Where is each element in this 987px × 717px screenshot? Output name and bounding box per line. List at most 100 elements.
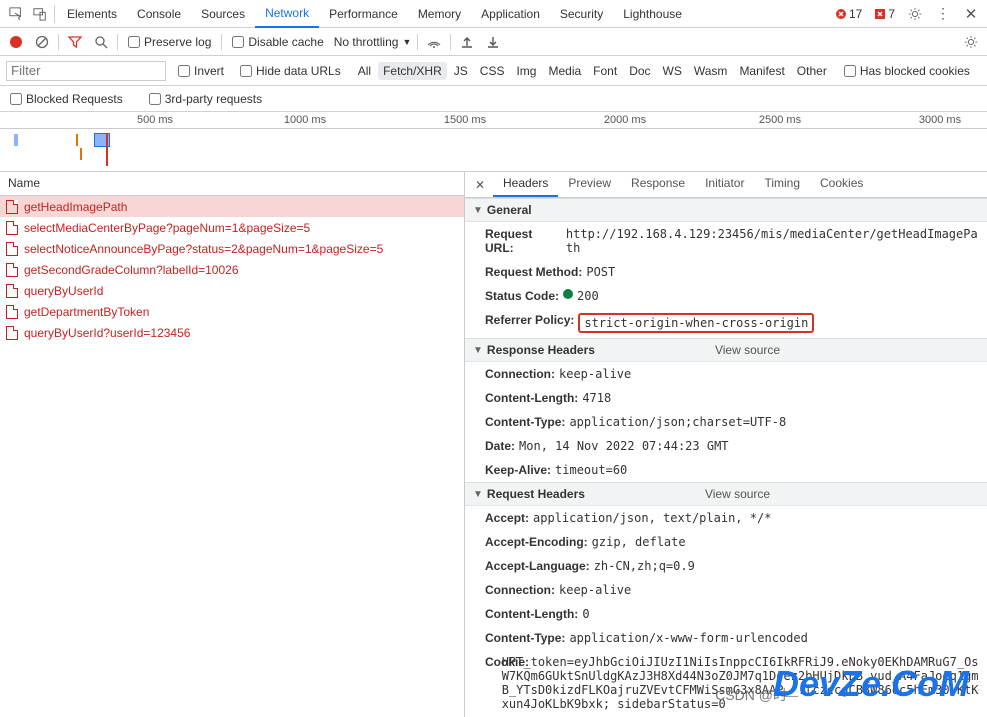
devtools-tab-performance[interactable]: Performance (319, 0, 408, 28)
preserve-log-checkbox[interactable]: Preserve log (128, 35, 211, 49)
type-filter-media[interactable]: Media (543, 62, 586, 80)
request-row[interactable]: getDepartmentByToken (0, 301, 464, 322)
request-row[interactable]: getSecondGradeColumn?labelId=10026 (0, 259, 464, 280)
close-icon[interactable]: ✕ (959, 2, 983, 26)
inspect-icon[interactable] (4, 2, 28, 26)
header-entry: Content-Type:application/json;charset=UT… (465, 410, 987, 434)
search-icon[interactable] (91, 35, 111, 49)
thirdparty-checkbox[interactable]: 3rd-party requests (149, 92, 262, 106)
filter-icon[interactable] (65, 35, 85, 49)
device-toggle-icon[interactable] (28, 2, 52, 26)
type-filter-ws[interactable]: WS (658, 62, 687, 80)
type-filter-css[interactable]: CSS (475, 62, 510, 80)
devtools-tab-application[interactable]: Application (471, 0, 550, 28)
timeline-tick: 2000 ms (604, 114, 646, 126)
download-icon[interactable] (483, 35, 503, 49)
settings-gear-icon[interactable] (961, 35, 981, 49)
header-entry: Date:Mon, 14 Nov 2022 07:44:23 GMT (465, 434, 987, 458)
clear-icon[interactable] (32, 35, 52, 49)
header-key: Accept: (485, 511, 529, 525)
error-count[interactable]: 17 (835, 7, 862, 21)
blocked-requests-checkbox[interactable]: Blocked Requests (10, 92, 123, 106)
type-filter-wasm[interactable]: Wasm (689, 62, 733, 80)
request-name: selectNoticeAnnounceByPage?status=2&page… (24, 242, 383, 256)
type-filter-manifest[interactable]: Manifest (734, 62, 789, 80)
hide-dataurls-checkbox[interactable]: Hide data URLs (240, 64, 341, 78)
header-value: 4718 (582, 391, 611, 405)
header-value: application/x-www-form-urlencoded (569, 631, 807, 645)
section-header[interactable]: ▼Response HeadersView source (465, 338, 987, 362)
network-toolbar: Preserve log Disable cache No throttling… (0, 28, 987, 56)
header-entry: Request URL:http://192.168.4.129:23456/m… (465, 222, 987, 260)
header-entry: Request Method:POST (465, 260, 987, 284)
timeline-tick: 1000 ms (284, 114, 326, 126)
request-name: selectMediaCenterByPage?pageNum=1&pageSi… (24, 221, 310, 235)
details-tab-preview[interactable]: Preview (558, 172, 621, 197)
devtools-tab-elements[interactable]: Elements (57, 0, 127, 28)
file-icon (6, 242, 18, 256)
filter-bar: Invert Hide data URLs AllFetch/XHRJSCSSI… (0, 56, 987, 86)
details-tab-headers[interactable]: Headers (493, 172, 558, 197)
request-name: getDepartmentByToken (24, 305, 149, 319)
devtools-tab-network[interactable]: Network (255, 0, 319, 28)
type-filter-other[interactable]: Other (792, 62, 832, 80)
status-dot-icon (563, 289, 573, 299)
header-entry: Cookie:HPT_token=eyJhbGciOiJIUzI1NiIsInp… (465, 650, 987, 716)
devtools-tab-memory[interactable]: Memory (408, 0, 471, 28)
timeline-tick: 1500 ms (444, 114, 486, 126)
type-filter-img[interactable]: Img (511, 62, 541, 80)
issues-count[interactable]: 7 (874, 7, 895, 21)
type-filter-font[interactable]: Font (588, 62, 622, 80)
disable-cache-checkbox[interactable]: Disable cache (232, 35, 323, 49)
header-entry: Connection:keep-alive (465, 362, 987, 386)
file-icon (6, 305, 18, 319)
upload-icon[interactable] (457, 35, 477, 49)
file-icon (6, 221, 18, 235)
header-entry: Status Code:200 (465, 284, 987, 308)
section-header[interactable]: ▼General (465, 198, 987, 222)
settings-icon[interactable] (903, 2, 927, 26)
type-filter-all[interactable]: All (353, 62, 376, 80)
details-tab-cookies[interactable]: Cookies (810, 172, 873, 197)
type-filter-fetchxhr[interactable]: Fetch/XHR (378, 62, 447, 80)
throttling-select[interactable]: No throttling▼ (334, 35, 412, 49)
header-key: Cookie: (485, 655, 498, 711)
name-column-header[interactable]: Name (0, 172, 464, 196)
invert-checkbox[interactable]: Invert (178, 64, 224, 78)
request-name: queryByUserId?userId=123456 (24, 326, 190, 340)
header-key: Keep-Alive: (485, 463, 551, 477)
header-value-highlighted: strict-origin-when-cross-origin (578, 313, 814, 333)
request-row[interactable]: queryByUserId?userId=123456 (0, 322, 464, 343)
close-details-icon[interactable]: ✕ (469, 172, 491, 197)
details-panel: ✕ HeadersPreviewResponseInitiatorTimingC… (465, 172, 987, 717)
request-row[interactable]: getHeadImagePath (0, 196, 464, 217)
details-tab-initiator[interactable]: Initiator (695, 172, 754, 197)
network-conditions-icon[interactable] (424, 35, 444, 49)
record-icon[interactable] (6, 36, 26, 48)
header-key: Content-Type: (485, 415, 565, 429)
timeline[interactable]: 500 ms1000 ms1500 ms2000 ms2500 ms3000 m… (0, 112, 987, 172)
file-icon (6, 263, 18, 277)
header-entry: Content-Type:application/x-www-form-urle… (465, 626, 987, 650)
filter-input[interactable] (6, 61, 166, 81)
details-tab-timing[interactable]: Timing (754, 172, 810, 197)
details-tab-response[interactable]: Response (621, 172, 695, 197)
request-row[interactable]: queryByUserId (0, 280, 464, 301)
view-source-link[interactable]: View source (715, 343, 780, 357)
kebab-menu-icon[interactable]: ⋮ (931, 2, 955, 26)
request-row[interactable]: selectMediaCenterByPage?pageNum=1&pageSi… (0, 217, 464, 238)
header-key: Referrer Policy: (485, 313, 574, 333)
devtools-tab-console[interactable]: Console (127, 0, 191, 28)
view-source-link[interactable]: View source (705, 487, 770, 501)
has-blocked-checkbox[interactable]: Has blocked cookies (844, 64, 970, 78)
timeline-tick: 2500 ms (759, 114, 801, 126)
section-header[interactable]: ▼Request HeadersView source (465, 482, 987, 506)
devtools-tab-security[interactable]: Security (550, 0, 613, 28)
type-filter-js[interactable]: JS (449, 62, 473, 80)
type-filter-doc[interactable]: Doc (624, 62, 655, 80)
devtools-tab-sources[interactable]: Sources (191, 0, 255, 28)
request-row[interactable]: selectNoticeAnnounceByPage?status=2&page… (0, 238, 464, 259)
devtools-tab-lighthouse[interactable]: Lighthouse (613, 0, 692, 28)
header-value: application/json, text/plain, */* (533, 511, 771, 525)
request-name: getHeadImagePath (24, 200, 127, 214)
